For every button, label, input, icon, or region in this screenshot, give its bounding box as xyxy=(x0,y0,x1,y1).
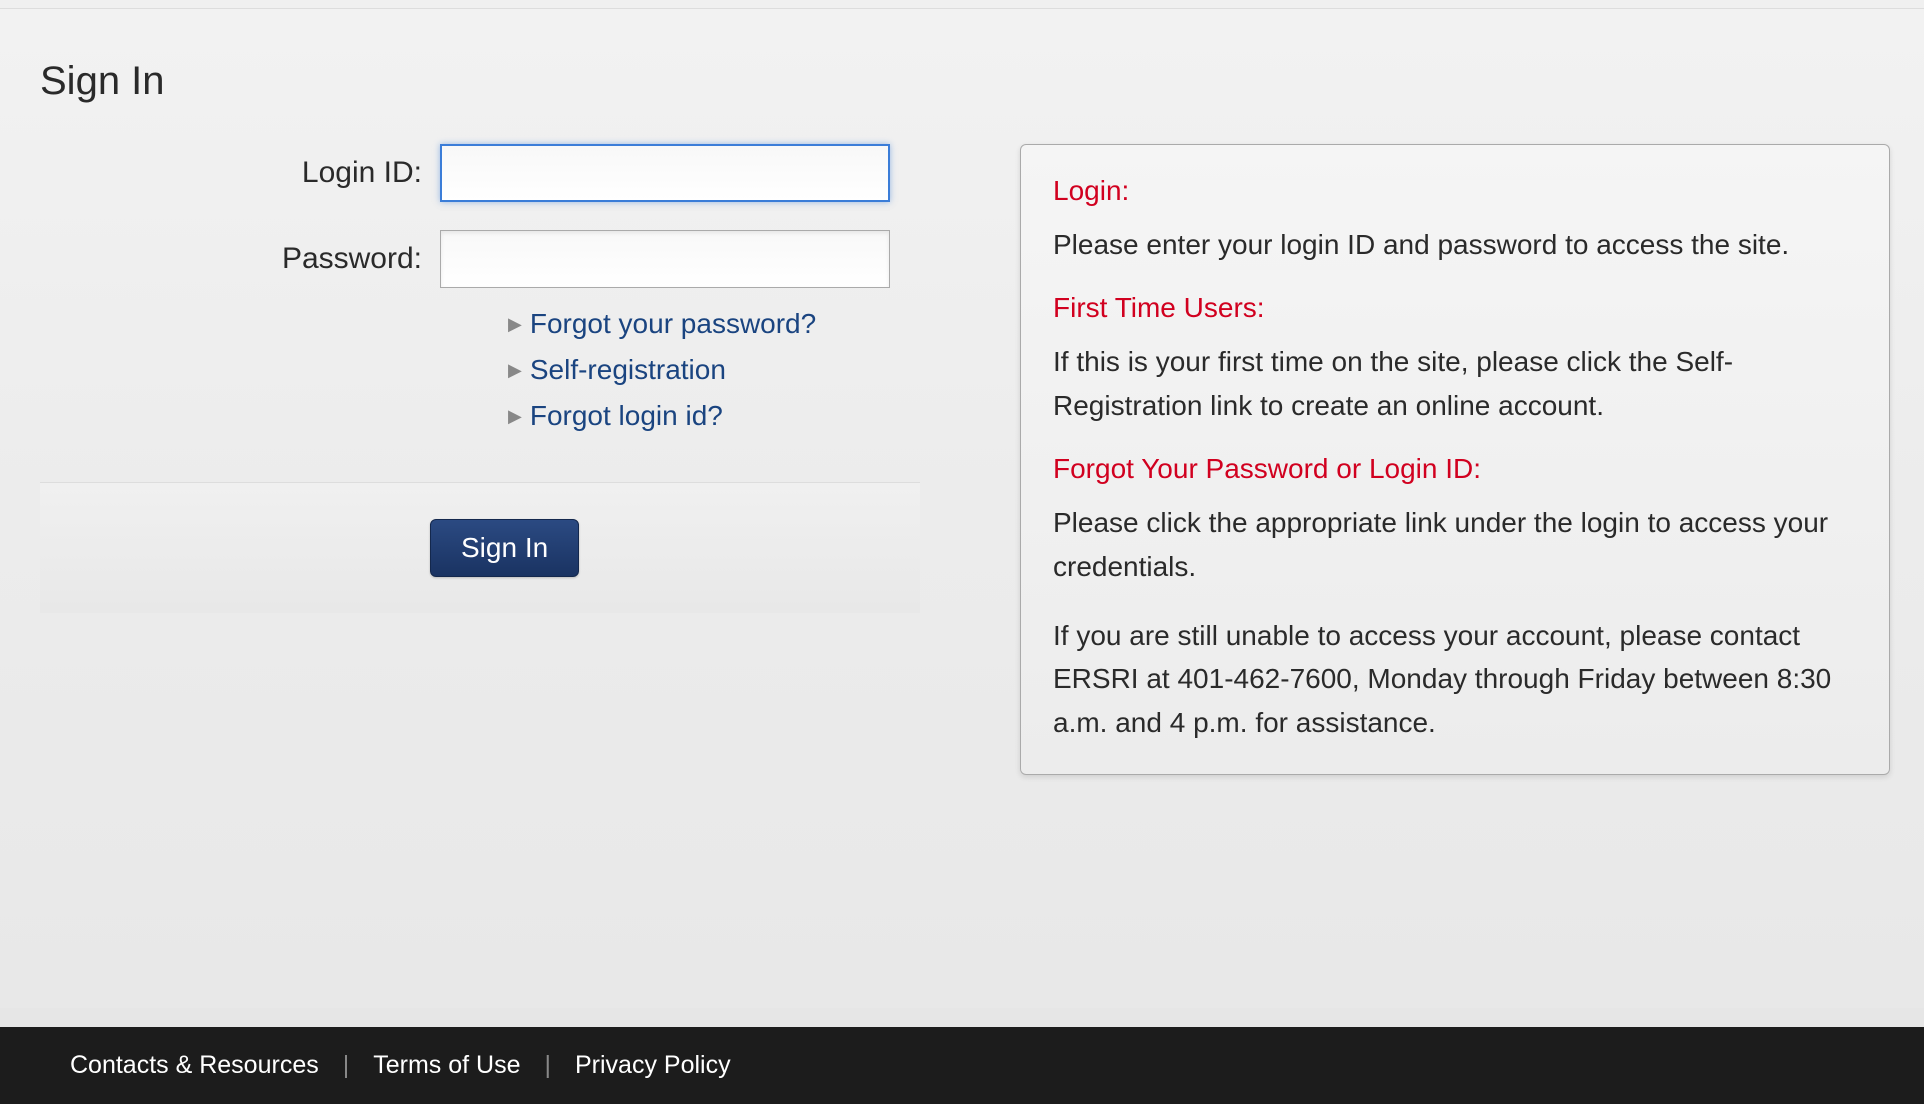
self-registration-link[interactable]: ▶ Self-registration xyxy=(508,354,920,386)
button-bar: Sign In xyxy=(40,482,920,613)
forgot-login-id-link[interactable]: ▶ Forgot login id? xyxy=(508,400,920,432)
login-id-label: Login ID: xyxy=(40,156,440,190)
login-form: Login ID: Password: ▶ Forgot your passwo… xyxy=(40,144,920,775)
forgot-password-text: Forgot your password? xyxy=(530,308,816,340)
forgot-login-id-text: Forgot login id? xyxy=(530,400,723,432)
footer-terms-link[interactable]: Terms of Use xyxy=(373,1051,520,1080)
footer-privacy-link[interactable]: Privacy Policy xyxy=(575,1051,731,1080)
self-registration-text: Self-registration xyxy=(530,354,726,386)
main-container: Sign In Login ID: Password: ▶ Forgot you… xyxy=(0,8,1924,1008)
chevron-right-icon: ▶ xyxy=(508,406,522,427)
chevron-right-icon: ▶ xyxy=(508,314,522,335)
footer-contacts-link[interactable]: Contacts & Resources xyxy=(70,1051,319,1080)
info-firsttime-text: If this is your first time on the site, … xyxy=(1053,340,1857,427)
password-row: Password: xyxy=(40,230,920,288)
login-id-row: Login ID: xyxy=(40,144,920,202)
chevron-right-icon: ▶ xyxy=(508,360,522,381)
info-forgot-text: Please click the appropriate link under … xyxy=(1053,501,1857,588)
content-wrapper: Login ID: Password: ▶ Forgot your passwo… xyxy=(10,144,1914,775)
password-label: Password: xyxy=(40,242,440,276)
info-login-text: Please enter your login ID and password … xyxy=(1053,223,1857,266)
sign-in-button[interactable]: Sign In xyxy=(430,519,579,577)
info-firsttime-heading: First Time Users: xyxy=(1053,292,1857,324)
footer: Contacts & Resources | Terms of Use | Pr… xyxy=(0,1027,1924,1104)
info-contact-text: If you are still unable to access your a… xyxy=(1053,614,1857,744)
page-title: Sign In xyxy=(40,59,1914,104)
footer-separator: | xyxy=(544,1051,551,1080)
footer-separator: | xyxy=(343,1051,350,1080)
login-id-input[interactable] xyxy=(440,144,890,202)
info-panel: Login: Please enter your login ID and pa… xyxy=(1020,144,1890,775)
password-input[interactable] xyxy=(440,230,890,288)
helper-links: ▶ Forgot your password? ▶ Self-registrat… xyxy=(508,308,920,432)
info-forgot-heading: Forgot Your Password or Login ID: xyxy=(1053,453,1857,485)
info-login-heading: Login: xyxy=(1053,175,1857,207)
forgot-password-link[interactable]: ▶ Forgot your password? xyxy=(508,308,920,340)
